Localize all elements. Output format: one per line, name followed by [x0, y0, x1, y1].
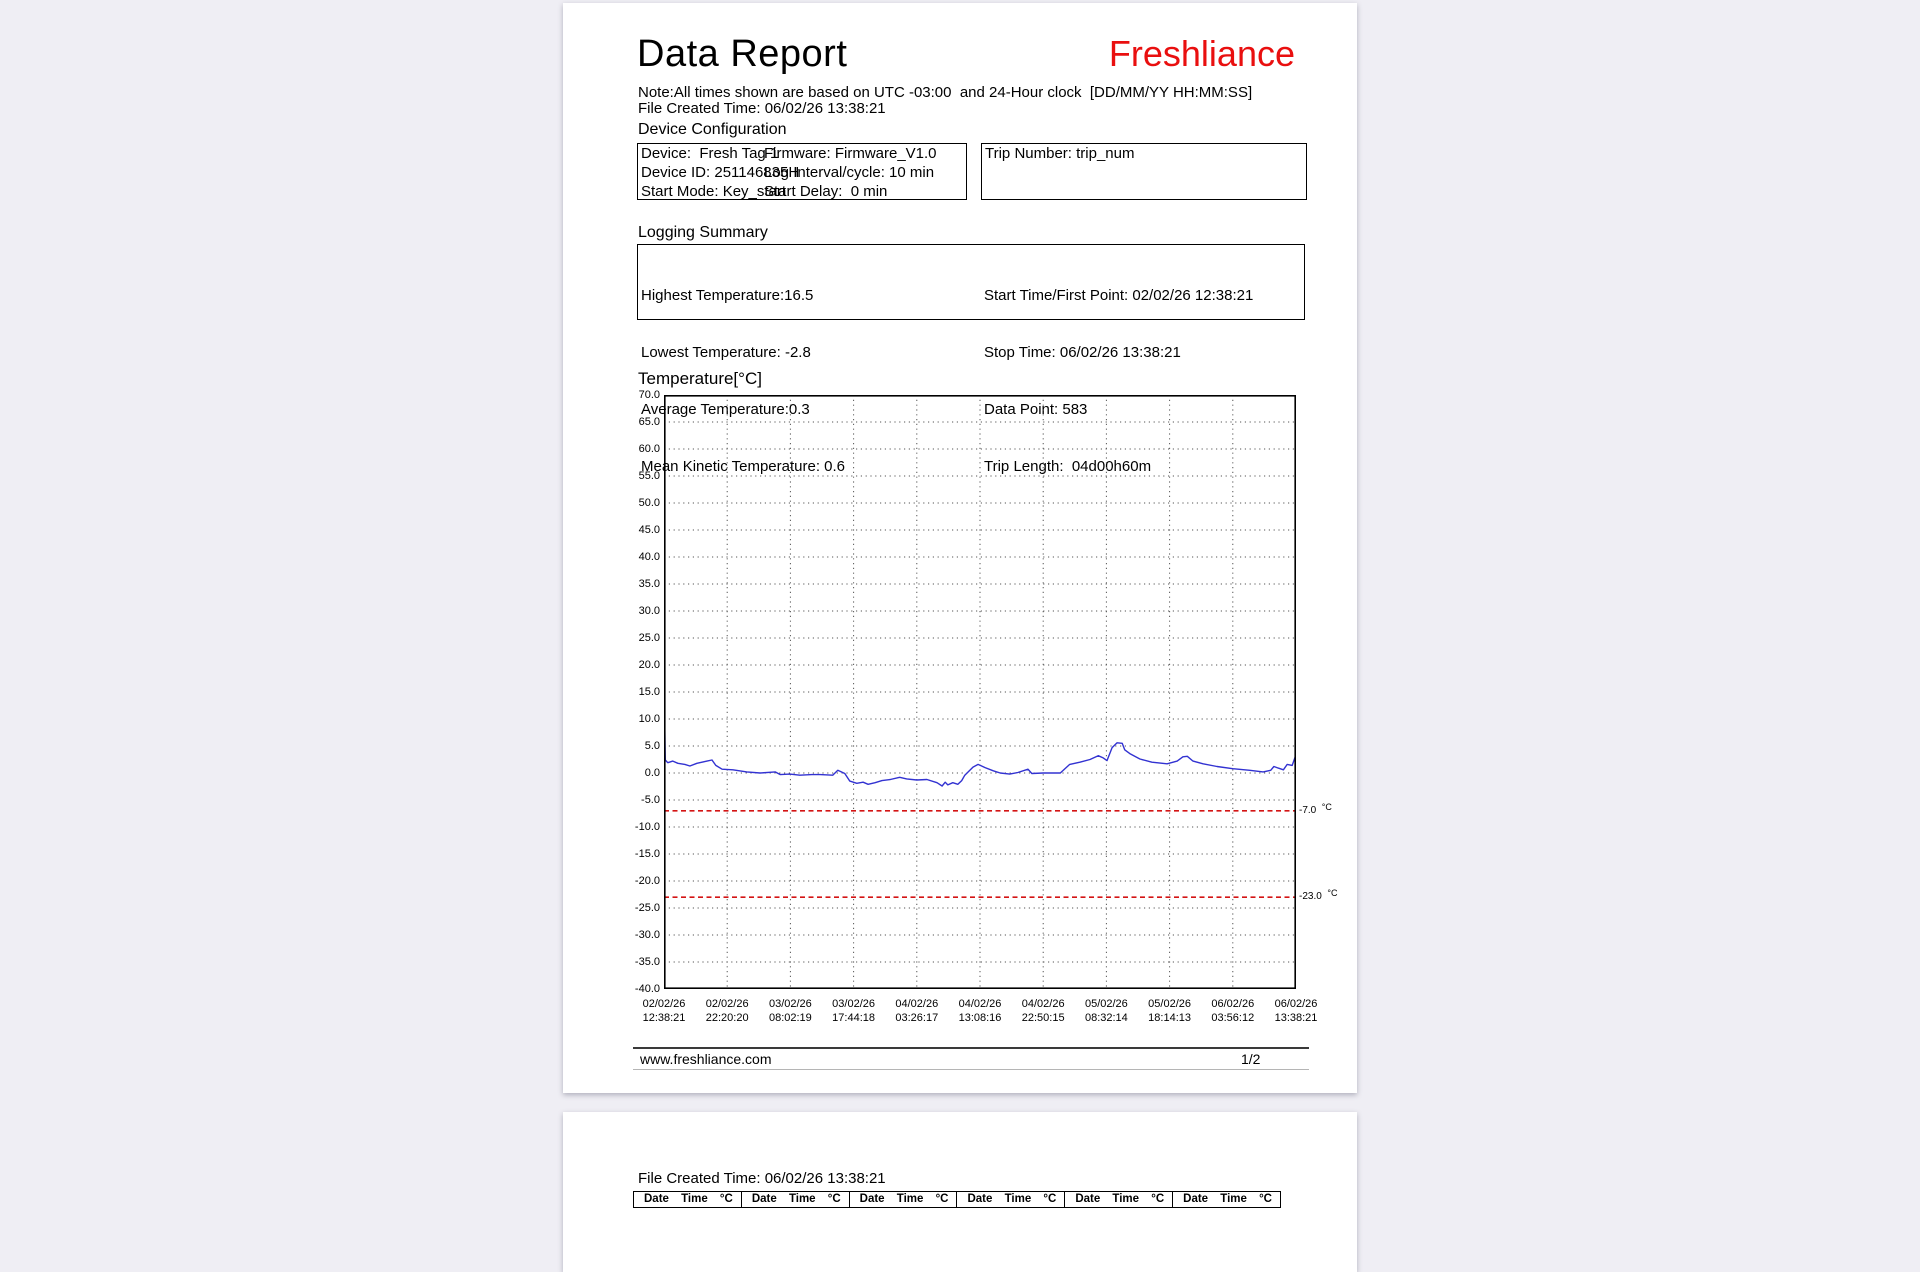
table-header-label: °C [1151, 1193, 1165, 1205]
table-header-label: Time [681, 1193, 708, 1205]
y-tick-label: -30.0 [634, 929, 660, 941]
page-title: Data Report [637, 33, 848, 75]
y-tick-label: -5.0 [641, 794, 660, 806]
y-tick-label: -20.0 [634, 875, 660, 887]
trip-number-label: Trip Number: trip_num [985, 145, 1135, 162]
threshold-label: -23.0 °C [1299, 888, 1338, 903]
table-header-cell: Date Time °C [742, 1192, 850, 1208]
firmware-label: Firmware: Firmware_V1.0 [764, 145, 937, 162]
y-tick-label: -40.0 [634, 983, 660, 995]
table-header-label: Time [1004, 1193, 1032, 1205]
stop-time: Stop Time: 06/02/26 13:38:21 [984, 344, 1181, 361]
table-header-label: Time [1220, 1193, 1247, 1205]
y-tick-label: -15.0 [634, 848, 660, 860]
y-tick-label: 55.0 [638, 470, 660, 482]
device-config-row: Device ID: 251146835H Log Interval/cycle… [638, 163, 966, 182]
x-tick-label: 06/02/26 13:38:21 [1274, 998, 1318, 1024]
table-header-label: Time [896, 1193, 924, 1205]
table-header-label: °C [719, 1193, 733, 1205]
report-page-1: Data Report Freshliance Note:All times s… [563, 3, 1357, 1093]
threshold-unit: °C [1327, 888, 1338, 899]
table-header-label: Date [751, 1193, 777, 1205]
start-time-first-point: Start Time/First Point: 02/02/26 12:38:2… [984, 287, 1254, 304]
table-header-label: Date [967, 1193, 993, 1205]
y-tick-label: 5.0 [644, 740, 660, 752]
table-header-cell: Date Time °C [850, 1192, 958, 1208]
y-tick-label: -25.0 [634, 902, 660, 914]
brand-logo-text: Freshliance [1108, 33, 1295, 74]
y-tick-label: 0.0 [644, 767, 660, 779]
highest-temperature: Highest Temperature:16.5 [641, 287, 814, 304]
file-created-time-page2: File Created Time: 06/02/26 13:38:21 [638, 1170, 886, 1187]
table-header-label: °C [1043, 1193, 1057, 1205]
report-page-2: File Created Time: 06/02/26 13:38:21 Dat… [563, 1112, 1357, 1272]
y-tick-label: 10.0 [638, 713, 660, 725]
y-tick-label: 25.0 [638, 632, 660, 644]
table-header-label: Time [1112, 1193, 1140, 1205]
y-tick-label: 15.0 [638, 686, 660, 698]
table-header-label: °C [935, 1193, 949, 1205]
table-header-cell: Date Time °C [957, 1192, 1066, 1208]
y-tick-label: 60.0 [638, 443, 660, 455]
table-header-cell: Date Time °C [634, 1192, 742, 1208]
table-header-label: °C [1259, 1193, 1272, 1205]
log-interval-label: Log Interval/cycle: 10 min [764, 164, 935, 181]
table-header-cell: Date Time °C [1065, 1192, 1174, 1208]
file-created-time: File Created Time: 06/02/26 13:38:21 [638, 100, 886, 117]
chart-title: Temperature[°C] [638, 369, 762, 388]
start-mode-label: Start Mode: Key_start [641, 183, 787, 200]
y-tick-label: 70.0 [638, 389, 660, 401]
threshold-unit: °C [1321, 801, 1332, 812]
temperature-chart-plot [663, 395, 1297, 990]
device-configuration-heading: Device Configuration [638, 121, 787, 138]
footer: www.freshliance.com 1/2 [633, 1049, 1309, 1070]
timezone-note: Note:All times shown are based on UTC -0… [638, 84, 1253, 101]
y-tick-label: 20.0 [638, 659, 660, 671]
table-header-label: Date [1183, 1193, 1209, 1205]
threshold-label: -7.0 °C [1299, 801, 1332, 816]
y-tick-label: 35.0 [638, 578, 660, 590]
y-tick-label: 40.0 [638, 551, 660, 563]
table-header-label: Date [1075, 1193, 1101, 1205]
device-configuration-box: Device: Fresh Tag 1 Firmware: Firmware_V… [637, 143, 967, 200]
y-tick-label: -10.0 [634, 821, 660, 833]
trip-number-box: Trip Number: trip_num [981, 143, 1307, 200]
table-header-label: °C [827, 1193, 841, 1205]
y-tick-label: 30.0 [638, 605, 660, 617]
y-tick-label: 65.0 [638, 416, 660, 428]
table-header-label: Date [644, 1193, 669, 1205]
device-label: Device: Fresh Tag 1 [641, 145, 779, 162]
page-number: 1/2 [1241, 1051, 1261, 1067]
logging-summary-heading: Logging Summary [638, 224, 768, 241]
device-config-row: Start Mode: Key_start Start Delay: 0 min [638, 182, 966, 201]
device-id-label: Device ID: 251146835H [641, 164, 800, 181]
y-tick-label: 50.0 [638, 497, 660, 509]
start-delay-label: Start Delay: 0 min [764, 183, 888, 200]
device-config-row: Device: Fresh Tag 1 Firmware: Firmware_V… [638, 144, 966, 163]
table-header-cell: Date Time °C [1173, 1192, 1280, 1208]
footer-website-link[interactable]: www.freshliance.com [640, 1051, 772, 1067]
lowest-temperature: Lowest Temperature: -2.8 [641, 344, 811, 361]
table-header-label: Date [859, 1193, 885, 1205]
logging-summary-box: Highest Temperature:16.5 Lowest Temperat… [637, 244, 1305, 475]
y-tick-label: -35.0 [634, 956, 660, 968]
y-tick-label: 45.0 [638, 524, 660, 536]
table-header-label: Time [788, 1193, 816, 1205]
